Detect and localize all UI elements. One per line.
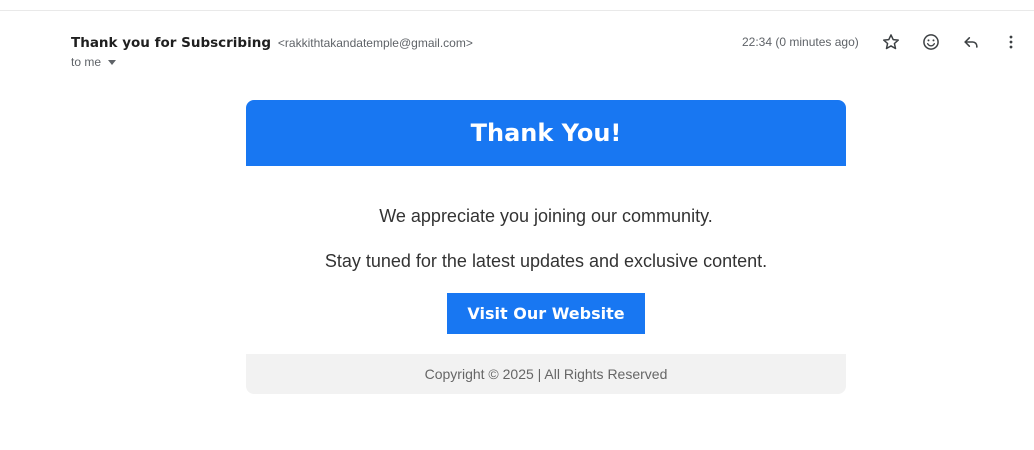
recipient-details-toggle[interactable]: to me [71,55,117,69]
star-icon [883,34,899,50]
visit-website-button[interactable]: Visit Our Website [447,293,645,334]
recipient-label: to me [71,55,102,69]
appreciation-text: We appreciate you joining our community. [379,206,713,226]
email-body-card: Thank You! We appreciate you joining our… [246,100,846,394]
sender-line: Thank you for Subscribing <rakkithtakand… [71,34,473,51]
more-options-button[interactable] [999,30,1023,54]
email-footer: Copyright © 2025 | All Rights Reserved [246,354,846,394]
chevron-down-icon [108,59,117,65]
star-button[interactable] [879,30,903,54]
emoji-icon [923,34,939,50]
banner-title: Thank You! [470,119,622,147]
sender-email: <rakkithtakandatemple@gmail.com> [277,36,473,50]
more-vertical-icon [1009,35,1013,49]
top-divider [0,10,1034,11]
copyright-text: Copyright © 2025 | All Rights Reserved [424,366,668,382]
stay-tuned-text: Stay tuned for the latest updates and ex… [324,251,768,271]
sender-name[interactable]: Thank you for Subscribing [71,35,271,51]
reply-button[interactable] [959,30,983,54]
timestamp: 22:34 (0 minutes ago) [742,35,859,49]
emoji-reaction-button[interactable] [919,30,943,54]
thank-you-banner: Thank You! [246,100,846,166]
reply-icon [964,37,978,48]
cta-wrapper: Visit Our Website [246,293,846,334]
